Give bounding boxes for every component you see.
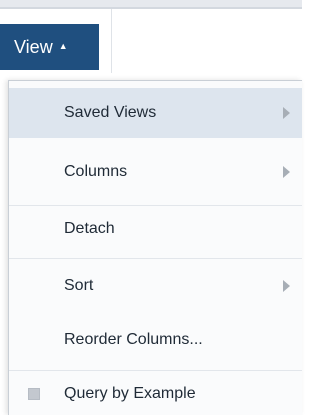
top-strip: [0, 0, 302, 7]
checkbox-icon[interactable]: [28, 388, 40, 400]
menu-item-label: Saved Views: [64, 104, 157, 121]
menu-item-label: Query by Example: [64, 385, 196, 402]
menu-item-label: Columns: [64, 163, 128, 180]
menu-item-label: Detach: [64, 220, 115, 237]
menu-item-columns[interactable]: Columns: [9, 147, 302, 197]
menu-divider: [9, 370, 302, 371]
view-button-label: View: [14, 36, 53, 57]
view-dropdown-menu: Saved Views Columns Detach Sort Reorder …: [8, 80, 302, 415]
toolbar-separator: [0, 7, 302, 9]
menu-item-sort[interactable]: Sort: [9, 261, 302, 311]
chevron-right-icon: [283, 280, 290, 292]
toolbar-divider: [111, 9, 112, 73]
chevron-right-icon: [283, 107, 290, 119]
view-menu-button[interactable]: View ▲: [0, 24, 99, 70]
menu-item-label: Sort: [64, 277, 94, 294]
caret-up-icon: ▲: [58, 41, 68, 51]
menu-item-saved-views[interactable]: Saved Views: [9, 88, 302, 138]
menu-item-detach[interactable]: Detach: [9, 206, 302, 252]
menu-divider: [9, 258, 302, 259]
chevron-right-icon: [283, 166, 290, 178]
menu-item-label: Reorder Columns...: [64, 331, 203, 348]
menu-item-query-by-example[interactable]: Query by Example: [9, 373, 302, 415]
menu-item-reorder-columns[interactable]: Reorder Columns...: [9, 317, 302, 363]
